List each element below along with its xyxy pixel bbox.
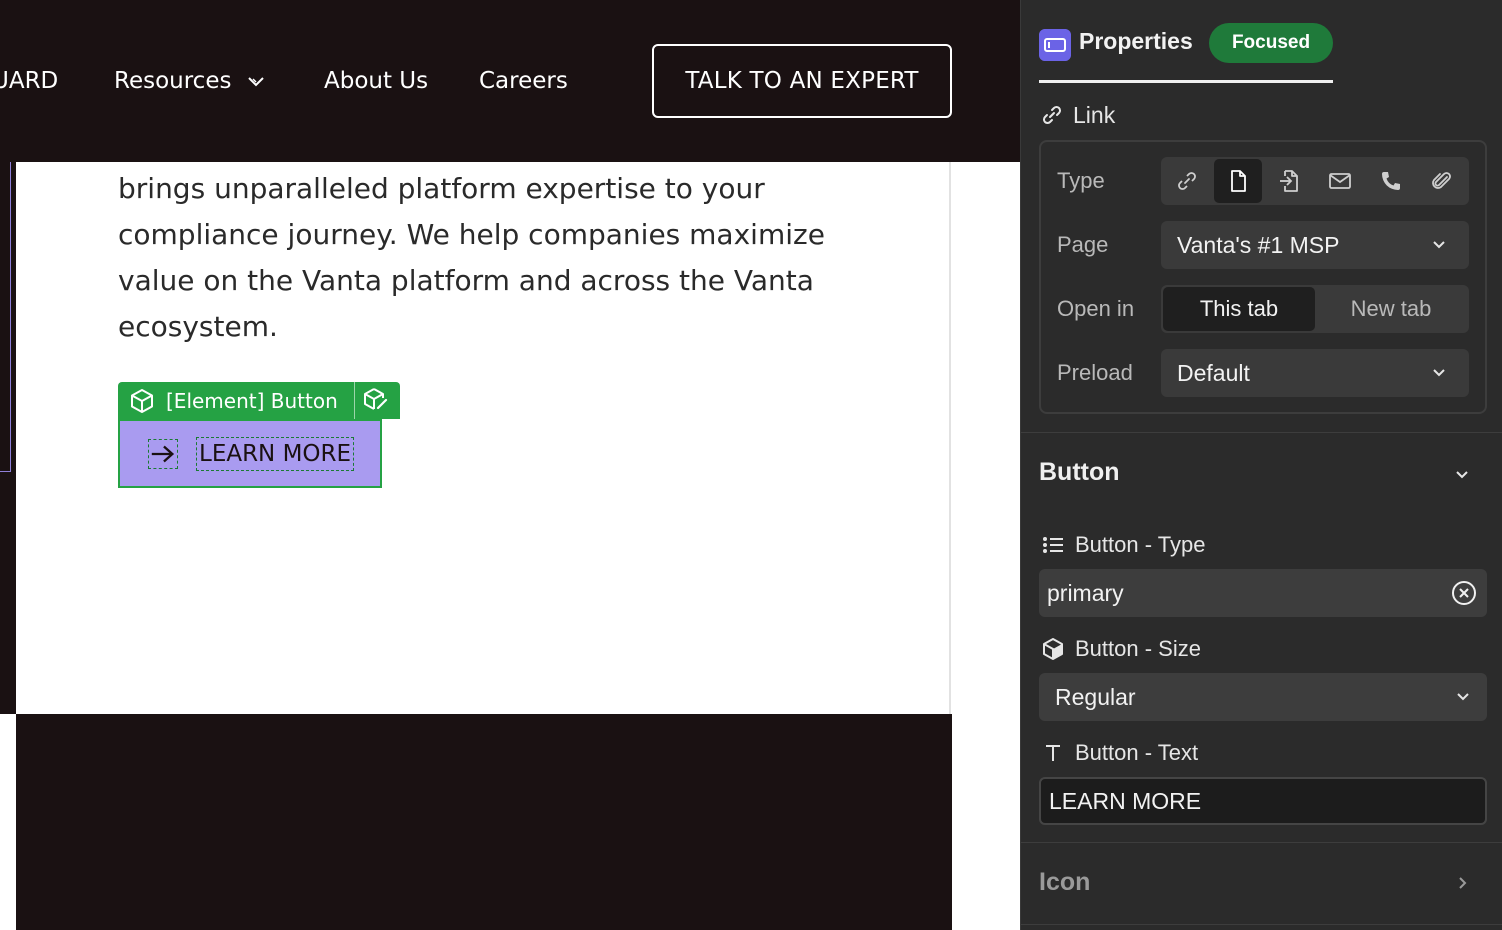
- button-size-value: Regular: [1055, 683, 1136, 710]
- button-text-label-row: Button - Text: [1041, 739, 1198, 767]
- link-type-page[interactable]: [1214, 159, 1262, 203]
- link-heading: Link: [1073, 101, 1116, 128]
- preload-select-value: Default: [1177, 359, 1250, 386]
- panel-title: Properties: [1079, 28, 1193, 54]
- link-type-attachment[interactable]: [1418, 159, 1466, 203]
- page-label: Page: [1057, 232, 1109, 257]
- icon-section-title[interactable]: Icon: [1039, 868, 1090, 897]
- chevron-down-icon: [1433, 369, 1445, 377]
- design-canvas[interactable]: UARD Resources About Us Careers TALK TO …: [0, 0, 1020, 930]
- arrow-right-icon: [148, 438, 178, 469]
- email-icon: [1329, 173, 1351, 189]
- panel-header: Properties Focused: [1021, 0, 1502, 84]
- chevron-down-icon[interactable]: [1453, 465, 1471, 483]
- footer-dark-section: [16, 714, 952, 930]
- open-in-toggle: This tab New tab: [1161, 285, 1469, 333]
- list-icon: [1043, 537, 1063, 553]
- body-paragraph: brings unparalleled platform expertise t…: [118, 172, 825, 343]
- button-text-input[interactable]: LEARN MORE: [1039, 777, 1487, 825]
- button-section-title[interactable]: Button: [1039, 458, 1120, 487]
- page-select-value: Vanta's #1 MSP: [1177, 231, 1340, 258]
- clear-icon[interactable]: [1451, 580, 1477, 606]
- text-icon: [1046, 745, 1060, 761]
- button-type-field[interactable]: primary: [1039, 569, 1487, 617]
- preload-select[interactable]: Default: [1161, 349, 1469, 397]
- attachment-icon: [1432, 172, 1451, 189]
- button-size-label-row: Button - Size: [1041, 635, 1201, 663]
- content-edge-divider: [949, 162, 951, 714]
- open-this-tab[interactable]: This tab: [1163, 287, 1315, 331]
- button-text-label: Button - Text: [1075, 740, 1199, 765]
- properties-icon: [1039, 29, 1071, 61]
- talk-to-expert-button[interactable]: TALK TO AN EXPERT: [652, 44, 952, 118]
- link-icon: [1178, 172, 1196, 190]
- chevron-down-icon: [1457, 693, 1469, 701]
- properties-panel: Properties Focused Link Type Page Vanta'…: [1020, 0, 1502, 930]
- nav-item-resources[interactable]: Resources: [114, 64, 231, 98]
- button-type-label: Button - Type: [1075, 532, 1206, 557]
- button-type-value: primary: [1047, 579, 1124, 606]
- section-divider: [1021, 842, 1502, 843]
- chevron-right-icon[interactable]: [1453, 874, 1471, 892]
- button-size-select[interactable]: Regular: [1039, 673, 1487, 721]
- tab-underline: [1039, 80, 1333, 83]
- edit-component-icon[interactable]: [361, 386, 389, 414]
- type-label: Type: [1057, 168, 1105, 193]
- page-select[interactable]: Vanta's #1 MSP: [1161, 221, 1469, 269]
- focused-badge: Focused: [1209, 23, 1333, 63]
- open-in-label: Open in: [1057, 296, 1135, 321]
- section-divider: [1021, 432, 1502, 433]
- link-type-url[interactable]: [1163, 159, 1211, 203]
- preload-label: Preload: [1057, 360, 1133, 385]
- element-selection-tag[interactable]: [Element] Button: [118, 382, 400, 419]
- nav-item-careers[interactable]: Careers: [479, 64, 568, 98]
- phone-icon: [1382, 172, 1400, 190]
- link-type-phone[interactable]: [1367, 159, 1415, 203]
- button-text-value: LEARN MORE: [1049, 787, 1202, 814]
- link-type-selector: [1161, 157, 1469, 205]
- chevron-down-icon: [1433, 241, 1445, 249]
- nav-item-about[interactable]: About Us: [324, 64, 428, 98]
- component-cube-icon: [131, 388, 153, 413]
- site-navbar: UARD Resources About Us Careers TALK TO …: [0, 0, 1020, 162]
- learn-more-label[interactable]: LEARN MORE: [196, 436, 355, 471]
- section-icon: [1280, 170, 1298, 192]
- link-section-header: Link: [1041, 100, 1115, 130]
- nav-item-partial[interactable]: UARD: [0, 64, 58, 98]
- button-type-label-row: Button - Type: [1041, 531, 1205, 559]
- link-icon: [1042, 105, 1062, 125]
- open-new-tab[interactable]: New tab: [1315, 287, 1467, 331]
- link-type-email[interactable]: [1316, 159, 1364, 203]
- selection-outline-fragment: [0, 162, 11, 472]
- page-icon: [1231, 170, 1246, 192]
- tag-separator: [354, 382, 355, 419]
- learn-more-button[interactable]: LEARN MORE: [118, 419, 382, 488]
- element-tag-label: [Element] Button: [166, 388, 338, 413]
- cube-icon: [1043, 638, 1063, 660]
- chevron-down-icon[interactable]: [245, 70, 267, 92]
- button-size-label: Button - Size: [1075, 636, 1201, 661]
- section-divider: [1021, 924, 1502, 925]
- link-type-section[interactable]: [1265, 159, 1313, 203]
